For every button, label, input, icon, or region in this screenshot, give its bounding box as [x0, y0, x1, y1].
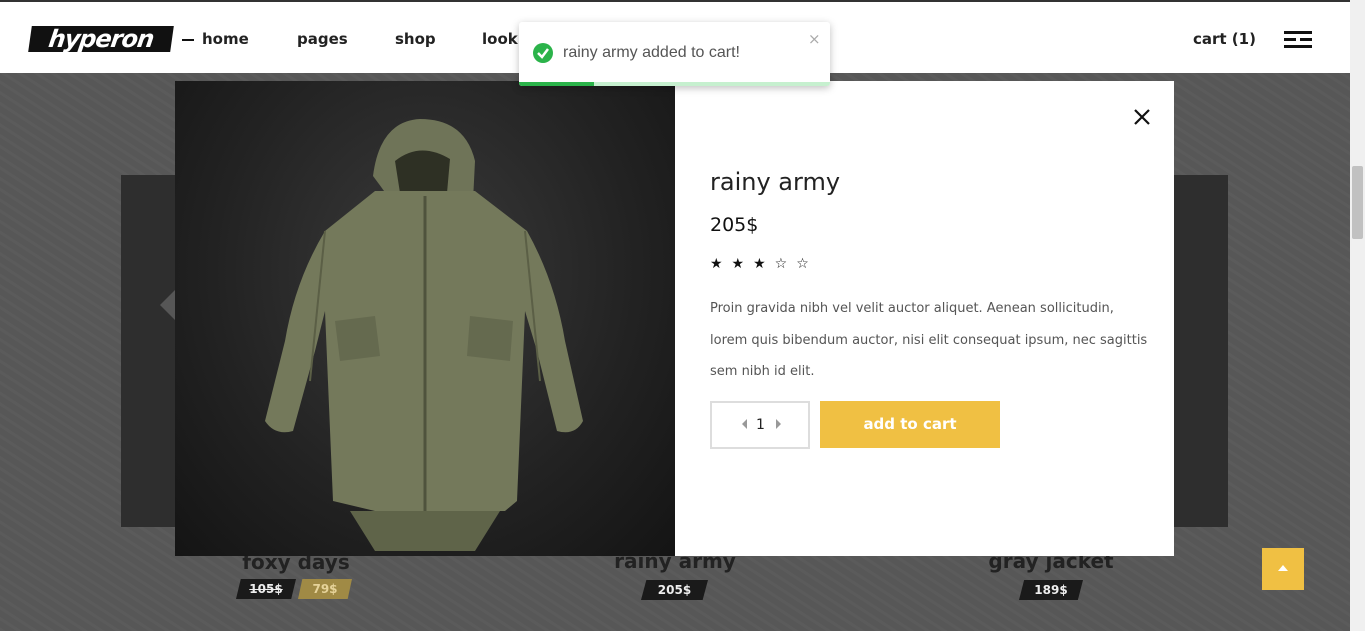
nav-item-shop[interactable]: shop [395, 30, 436, 48]
toast-notification: rainy army added to cart! × [519, 22, 830, 86]
nav-item-pages[interactable]: pages [297, 30, 348, 48]
toast-close-icon[interactable]: × [808, 30, 821, 48]
old-price: 105$ [249, 582, 283, 596]
check-icon [533, 43, 553, 63]
quantity-stepper[interactable]: 1 [710, 401, 810, 449]
decrement-icon[interactable] [742, 419, 747, 429]
scrollbar-track[interactable] [1350, 0, 1365, 631]
add-to-cart-button[interactable]: add to cart [820, 401, 1000, 448]
hamburger-icon[interactable] [1284, 31, 1312, 49]
scroll-to-top-button[interactable] [1262, 548, 1304, 590]
cart-link[interactable]: cart (1) [1193, 30, 1256, 48]
site-logo[interactable]: hyperon [28, 25, 174, 53]
price-tag: 205$ [641, 580, 708, 600]
nav-active-indicator [182, 39, 194, 41]
quantity-value[interactable]: 1 [756, 417, 765, 433]
scrollbar-thumb[interactable] [1352, 166, 1363, 239]
product-name: rainy army [710, 168, 841, 196]
jacket-illustration [265, 119, 583, 551]
close-icon[interactable] [1133, 108, 1151, 126]
toast-progress-bar [519, 82, 594, 86]
toast-message: rainy army added to cart! [563, 44, 740, 61]
product-image [175, 81, 675, 556]
product-price: 205$ [710, 214, 759, 236]
price-tag: 189$ [1019, 580, 1083, 600]
increment-icon[interactable] [776, 419, 781, 429]
nav-item-home[interactable]: home [202, 30, 249, 48]
old-price-tag: 105$ [236, 579, 296, 599]
arrow-up-icon [1278, 565, 1288, 571]
sale-price-tag: 79$ [298, 579, 352, 599]
product-description: Proin gravida nibh vel velit auctor aliq… [710, 301, 1148, 379]
star-rating: ★★★☆☆ [710, 256, 818, 272]
